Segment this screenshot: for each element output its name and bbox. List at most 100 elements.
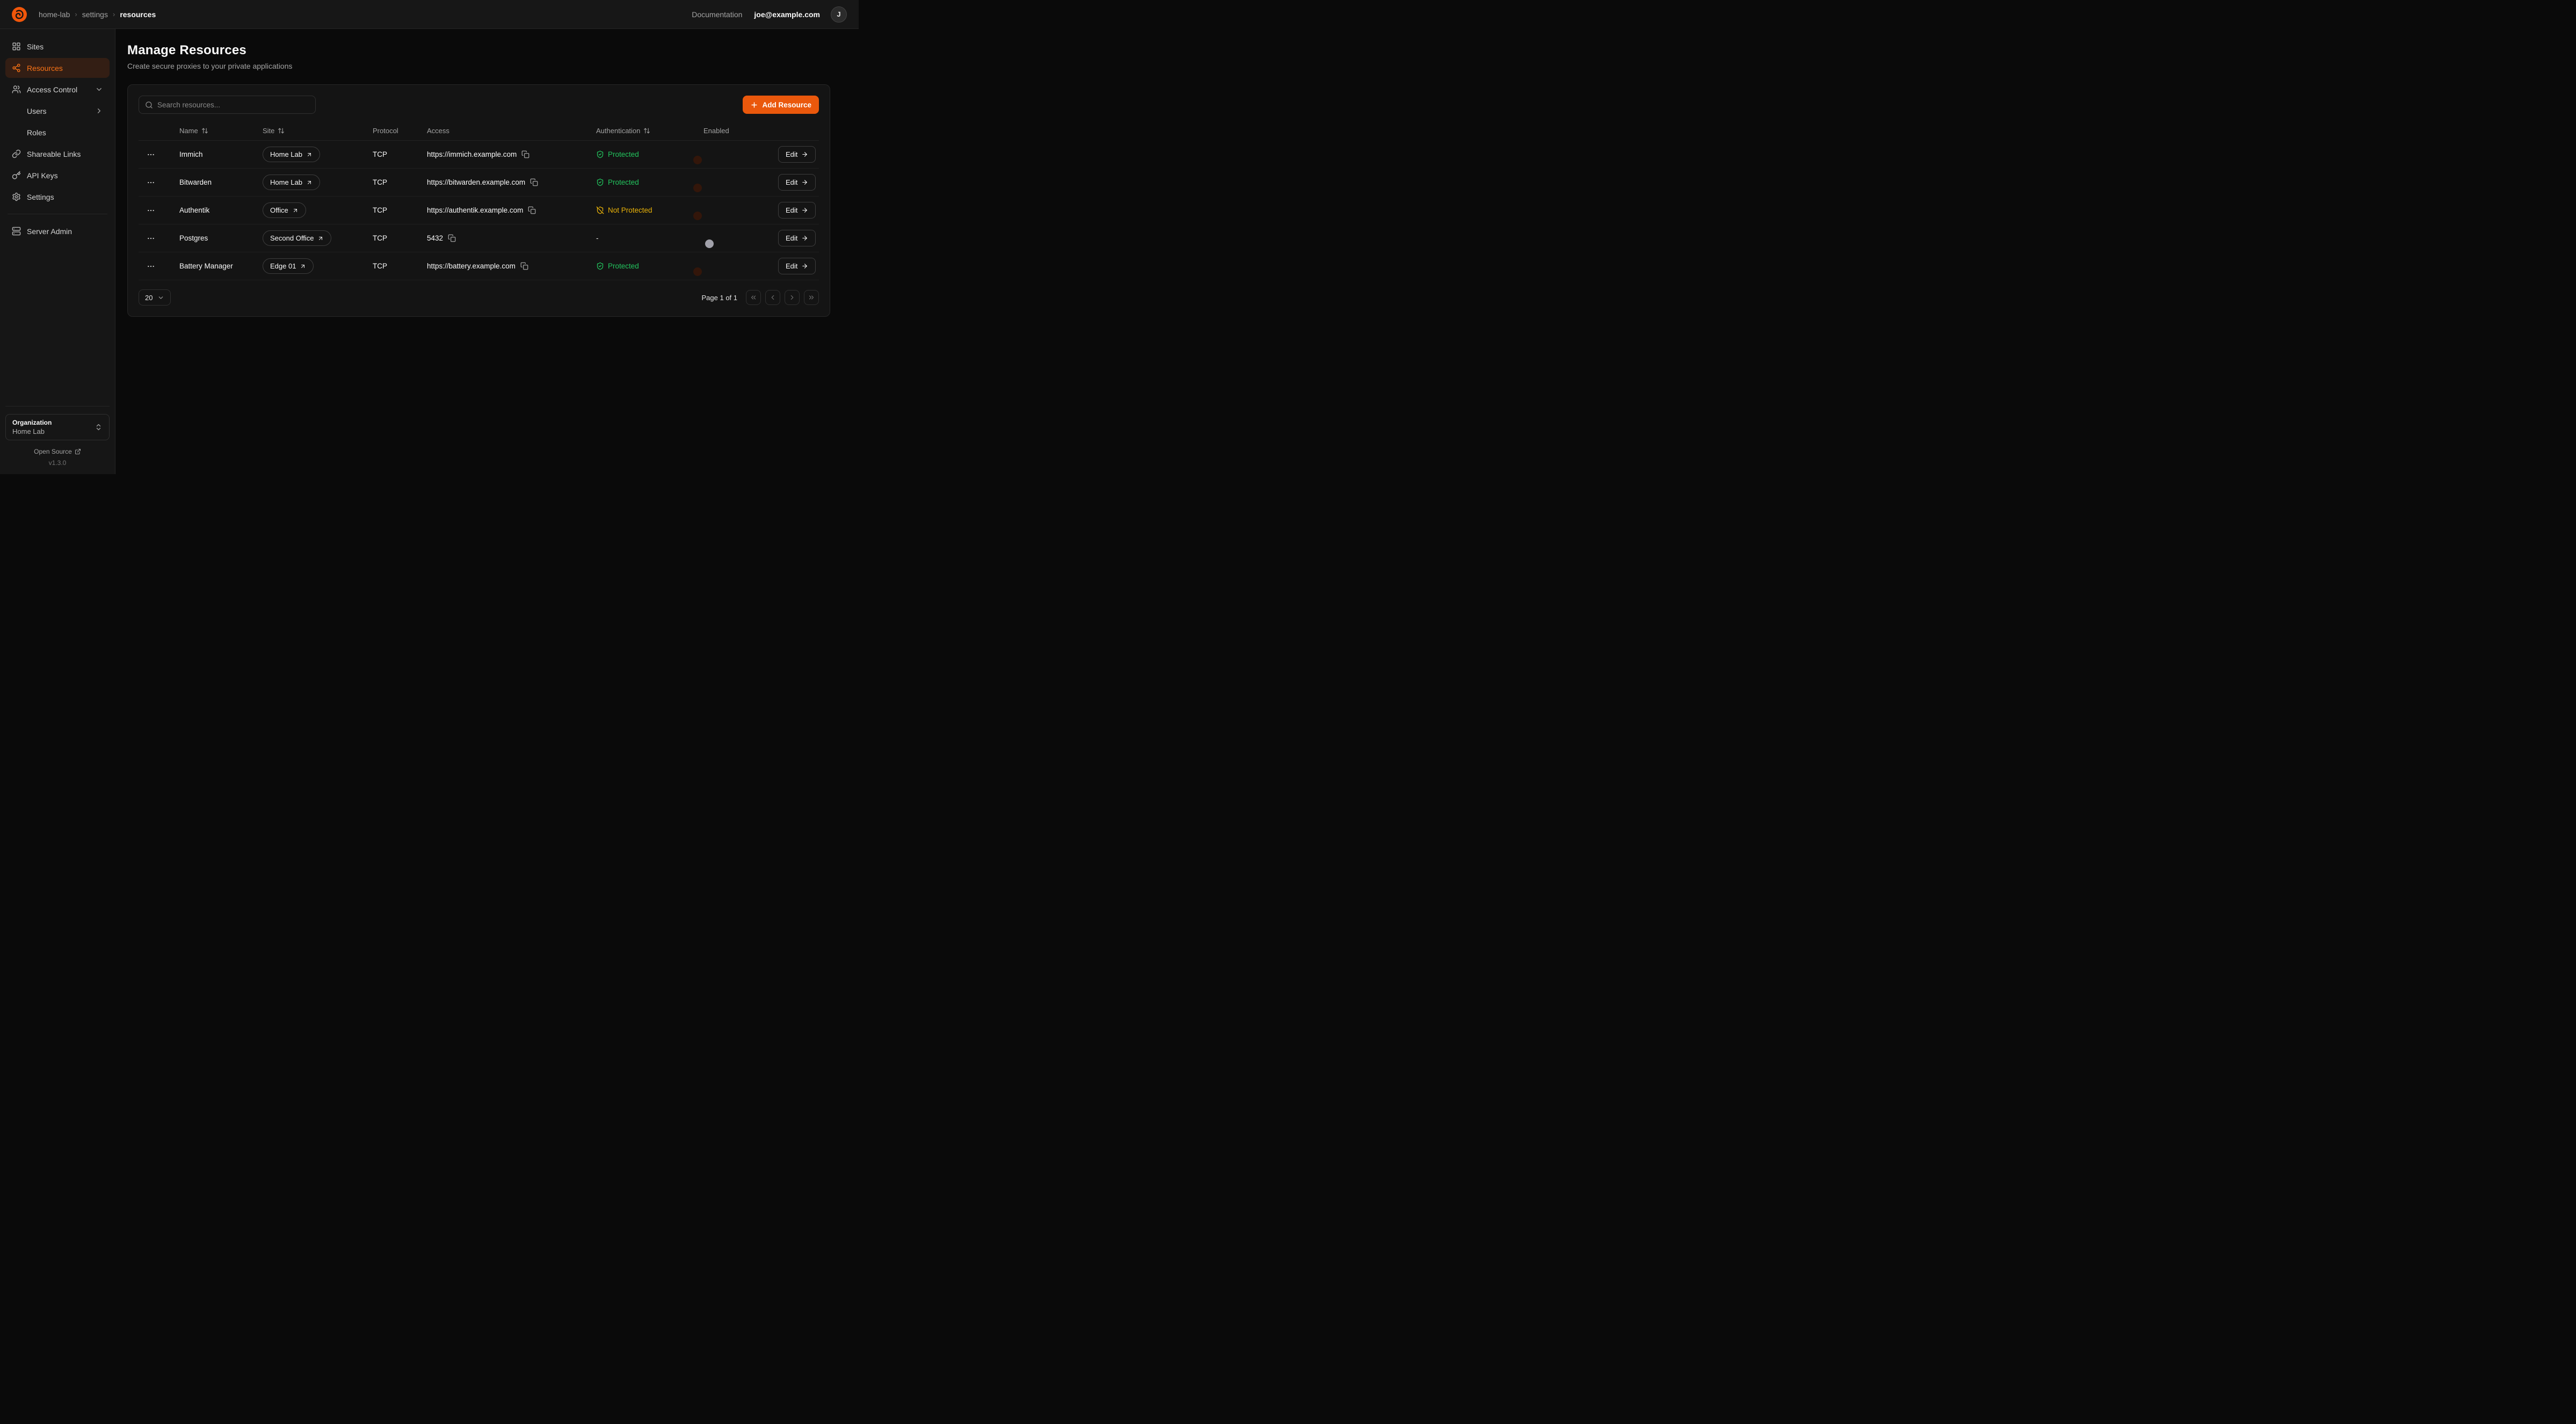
sidebar-item-resources[interactable]: Resources (5, 58, 110, 78)
column-header-site[interactable]: Site (263, 127, 373, 135)
chevron-right-icon (95, 107, 103, 115)
documentation-link[interactable]: Documentation (692, 10, 742, 19)
row-menu-button[interactable] (139, 262, 179, 271)
sidebar-item-sites[interactable]: Sites (5, 37, 110, 56)
column-label: Enabled (703, 127, 729, 135)
search-box (139, 96, 316, 114)
resource-name: Authentik (179, 206, 263, 214)
edit-label: Edit (786, 178, 797, 186)
column-header-name[interactable]: Name (179, 127, 263, 135)
row-menu-button[interactable] (139, 234, 179, 243)
copy-icon[interactable] (530, 178, 538, 186)
site-link-button[interactable]: Home Lab (263, 147, 320, 162)
column-header-authentication[interactable]: Authentication (596, 127, 703, 135)
site-name: Office (270, 206, 288, 214)
previous-page-button[interactable] (765, 290, 780, 305)
copy-icon[interactable] (448, 234, 456, 242)
sidebar-item-label: Users (27, 107, 47, 115)
page-subtitle: Create secure proxies to your private ap… (127, 62, 830, 70)
sidebar-item-users[interactable]: Users (5, 101, 110, 121)
access-url[interactable]: https://bitwarden.example.com (427, 178, 525, 186)
site-link-button[interactable]: Second Office (263, 230, 331, 246)
toggle-knob (693, 267, 702, 276)
access-cell: https://immich.example.com (427, 150, 596, 158)
column-label: Name (179, 127, 198, 135)
access-url[interactable]: https://authentik.example.com (427, 206, 523, 214)
site-name: Edge 01 (270, 262, 296, 270)
next-page-button[interactable] (785, 290, 800, 305)
organization-value: Home Lab (12, 427, 52, 435)
row-menu-button[interactable] (139, 206, 179, 215)
site-link-button[interactable]: Home Lab (263, 175, 320, 190)
access-url[interactable]: https://immich.example.com (427, 150, 517, 158)
edit-label: Edit (786, 262, 797, 270)
page-indicator: Page 1 of 1 (702, 294, 738, 302)
sidebar-item-access-control[interactable]: Access Control (5, 79, 110, 99)
sidebar-item-roles[interactable]: Roles (5, 122, 110, 142)
sidebar-item-api-keys[interactable]: API Keys (5, 165, 110, 185)
sidebar-bottom: Organization Home Lab Open Source v1.3.0 (5, 406, 110, 467)
sidebar-item-label: API Keys (27, 171, 58, 180)
arrow-right-icon (801, 235, 808, 242)
search-input[interactable] (157, 101, 309, 109)
copy-icon[interactable] (520, 262, 528, 270)
access-url[interactable]: 5432 (427, 234, 443, 242)
edit-button[interactable]: Edit (778, 258, 816, 274)
pagination: 20 Page 1 of 1 (139, 289, 819, 306)
sidebar-item-server-admin[interactable]: Server Admin (5, 221, 110, 241)
pagination-right: Page 1 of 1 (702, 290, 819, 305)
column-label: Protocol (373, 127, 398, 135)
breadcrumb-settings[interactable]: settings (82, 10, 108, 19)
copy-icon[interactable] (521, 150, 529, 158)
page-size-select[interactable]: 20 (139, 289, 171, 306)
breadcrumb-home-lab[interactable]: home-lab (39, 10, 70, 19)
open-source-label: Open Source (34, 448, 72, 455)
edit-label: Edit (786, 234, 797, 242)
site-link-button[interactable]: Office (263, 202, 306, 218)
open-source-link[interactable]: Open Source (5, 448, 110, 455)
organization-selector[interactable]: Organization Home Lab (5, 414, 110, 440)
resources-card: Add Resource Name Site Protocol (127, 84, 830, 317)
topbar: home-lab › settings › resources Document… (0, 0, 859, 29)
sidebar-item-label: Access Control (27, 85, 77, 94)
breadcrumb-resources: resources (120, 10, 156, 19)
row-menu-button[interactable] (139, 150, 179, 159)
users-icon (12, 85, 21, 94)
access-cell: https://authentik.example.com (427, 206, 596, 214)
last-page-button[interactable] (804, 290, 819, 305)
first-page-button[interactable] (746, 290, 761, 305)
auth-cell: Not Protected (596, 206, 703, 214)
toggle-knob (705, 239, 714, 248)
sort-icon (278, 127, 285, 134)
avatar[interactable]: J (831, 6, 847, 23)
table-row: Immich Home Lab TCP https://immich.examp… (139, 141, 819, 169)
app-logo[interactable] (12, 7, 27, 22)
site-link-button[interactable]: Edge 01 (263, 258, 314, 274)
shield-check-icon (596, 150, 604, 158)
sidebar: Sites Resources Access Control Users (0, 29, 115, 474)
protocol-value: TCP (373, 206, 427, 214)
shield-off-icon (596, 206, 604, 214)
arrow-right-icon (801, 179, 808, 186)
user-email[interactable]: joe@example.com (754, 10, 820, 19)
edit-button[interactable]: Edit (778, 174, 816, 191)
copy-icon[interactable] (528, 206, 536, 214)
access-url[interactable]: https://battery.example.com (427, 262, 516, 270)
auth-label: Protected (608, 150, 639, 158)
edit-button[interactable]: Edit (778, 230, 816, 246)
edit-label: Edit (786, 150, 797, 158)
site-name: Second Office (270, 234, 314, 242)
page-size-value: 20 (145, 294, 153, 302)
sidebar-item-label: Sites (27, 42, 43, 51)
arrow-up-right-icon (300, 263, 306, 270)
row-menu-button[interactable] (139, 178, 179, 187)
sidebar-item-shareable-links[interactable]: Shareable Links (5, 144, 110, 164)
add-resource-button[interactable]: Add Resource (743, 96, 819, 114)
chevron-down-icon (157, 294, 164, 301)
sidebar-item-label: Roles (27, 128, 46, 137)
site-name: Home Lab (270, 150, 302, 158)
edit-button[interactable]: Edit (778, 146, 816, 163)
sidebar-item-settings[interactable]: Settings (5, 187, 110, 207)
auth-cell: Protected (596, 178, 703, 186)
edit-button[interactable]: Edit (778, 202, 816, 219)
